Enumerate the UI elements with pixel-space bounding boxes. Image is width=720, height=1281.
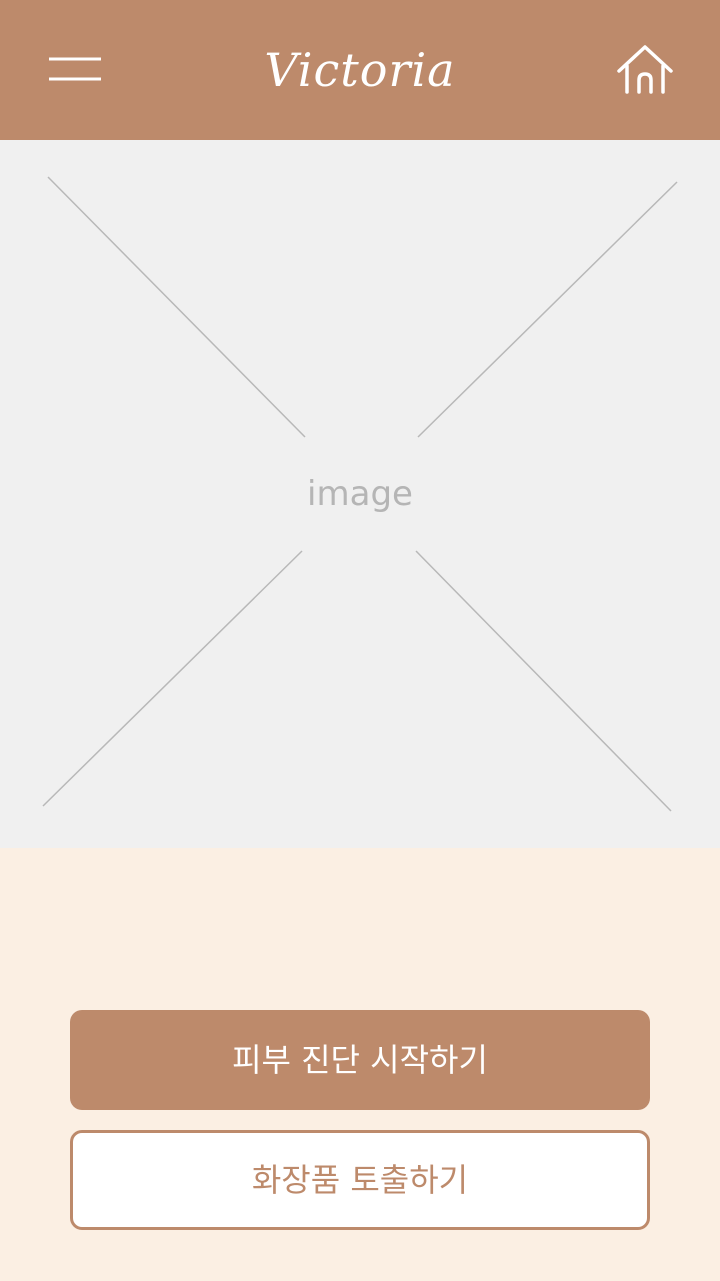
home-button[interactable] [612, 40, 678, 100]
dispense-cosmetics-button[interactable]: 화장품 토출하기 [70, 1130, 650, 1230]
hero-image-placeholder: image [0, 140, 720, 848]
start-skin-diagnosis-button[interactable]: 피부 진단 시작하기 [70, 1010, 650, 1110]
home-icon [612, 40, 678, 100]
placeholder-label: image [307, 474, 413, 514]
app-header: Victoria [0, 0, 720, 140]
